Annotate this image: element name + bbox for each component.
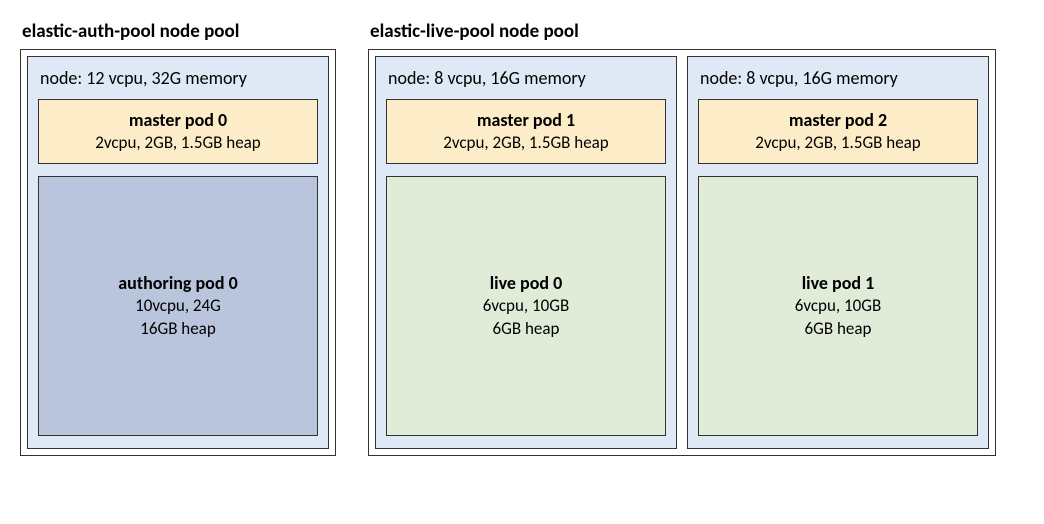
node: node: 8 vcpu, 16G memory master pod 2 2v… [687,56,989,449]
pod-spec: 6vcpu, 10GB [705,295,971,318]
node-label: node: 8 vcpu, 16G memory [386,67,666,89]
pool-box: node: 8 vcpu, 16G memory master pod 1 2v… [368,49,996,456]
pod-title: authoring pod 0 [45,271,311,295]
pod-title: live pod 1 [705,271,971,295]
node-pool-live: elastic-live-pool node pool node: 8 vcpu… [368,20,996,456]
pod-title: master pod 0 [45,108,311,132]
pod-spec: 10vcpu, 24G [45,295,311,318]
node-label: node: 8 vcpu, 16G memory [698,67,978,89]
pod-title: live pod 0 [393,271,659,295]
live-pod: live pod 0 6vcpu, 10GB 6GB heap [386,176,666,436]
pool-box: node: 12 vcpu, 32G memory master pod 0 2… [20,49,336,456]
pod-spec: 2vcpu, 2GB, 1.5GB heap [705,132,971,155]
live-pod: live pod 1 6vcpu, 10GB 6GB heap [698,176,978,436]
node-pool-auth: elastic-auth-pool node pool node: 12 vcp… [20,20,336,456]
node: node: 8 vcpu, 16G memory master pod 1 2v… [375,56,677,449]
node-label: node: 12 vcpu, 32G memory [38,67,318,89]
pod-title: master pod 1 [393,108,659,132]
master-pod: master pod 0 2vcpu, 2GB, 1.5GB heap [38,99,318,164]
pod-spec: 2vcpu, 2GB, 1.5GB heap [393,132,659,155]
master-pod: master pod 2 2vcpu, 2GB, 1.5GB heap [698,99,978,164]
pool-title: elastic-auth-pool node pool [20,20,336,43]
pod-title: master pod 2 [705,108,971,132]
pod-spec: 6GB heap [705,318,971,341]
master-pod: master pod 1 2vcpu, 2GB, 1.5GB heap [386,99,666,164]
pod-spec: 6vcpu, 10GB [393,295,659,318]
pod-spec: 2vcpu, 2GB, 1.5GB heap [45,132,311,155]
pod-spec: 16GB heap [45,318,311,341]
diagram-root: elastic-auth-pool node pool node: 12 vcp… [20,20,1024,456]
node: node: 12 vcpu, 32G memory master pod 0 2… [27,56,329,449]
pod-spec: 6GB heap [393,318,659,341]
authoring-pod: authoring pod 0 10vcpu, 24G 16GB heap [38,176,318,436]
pool-title: elastic-live-pool node pool [368,20,996,43]
